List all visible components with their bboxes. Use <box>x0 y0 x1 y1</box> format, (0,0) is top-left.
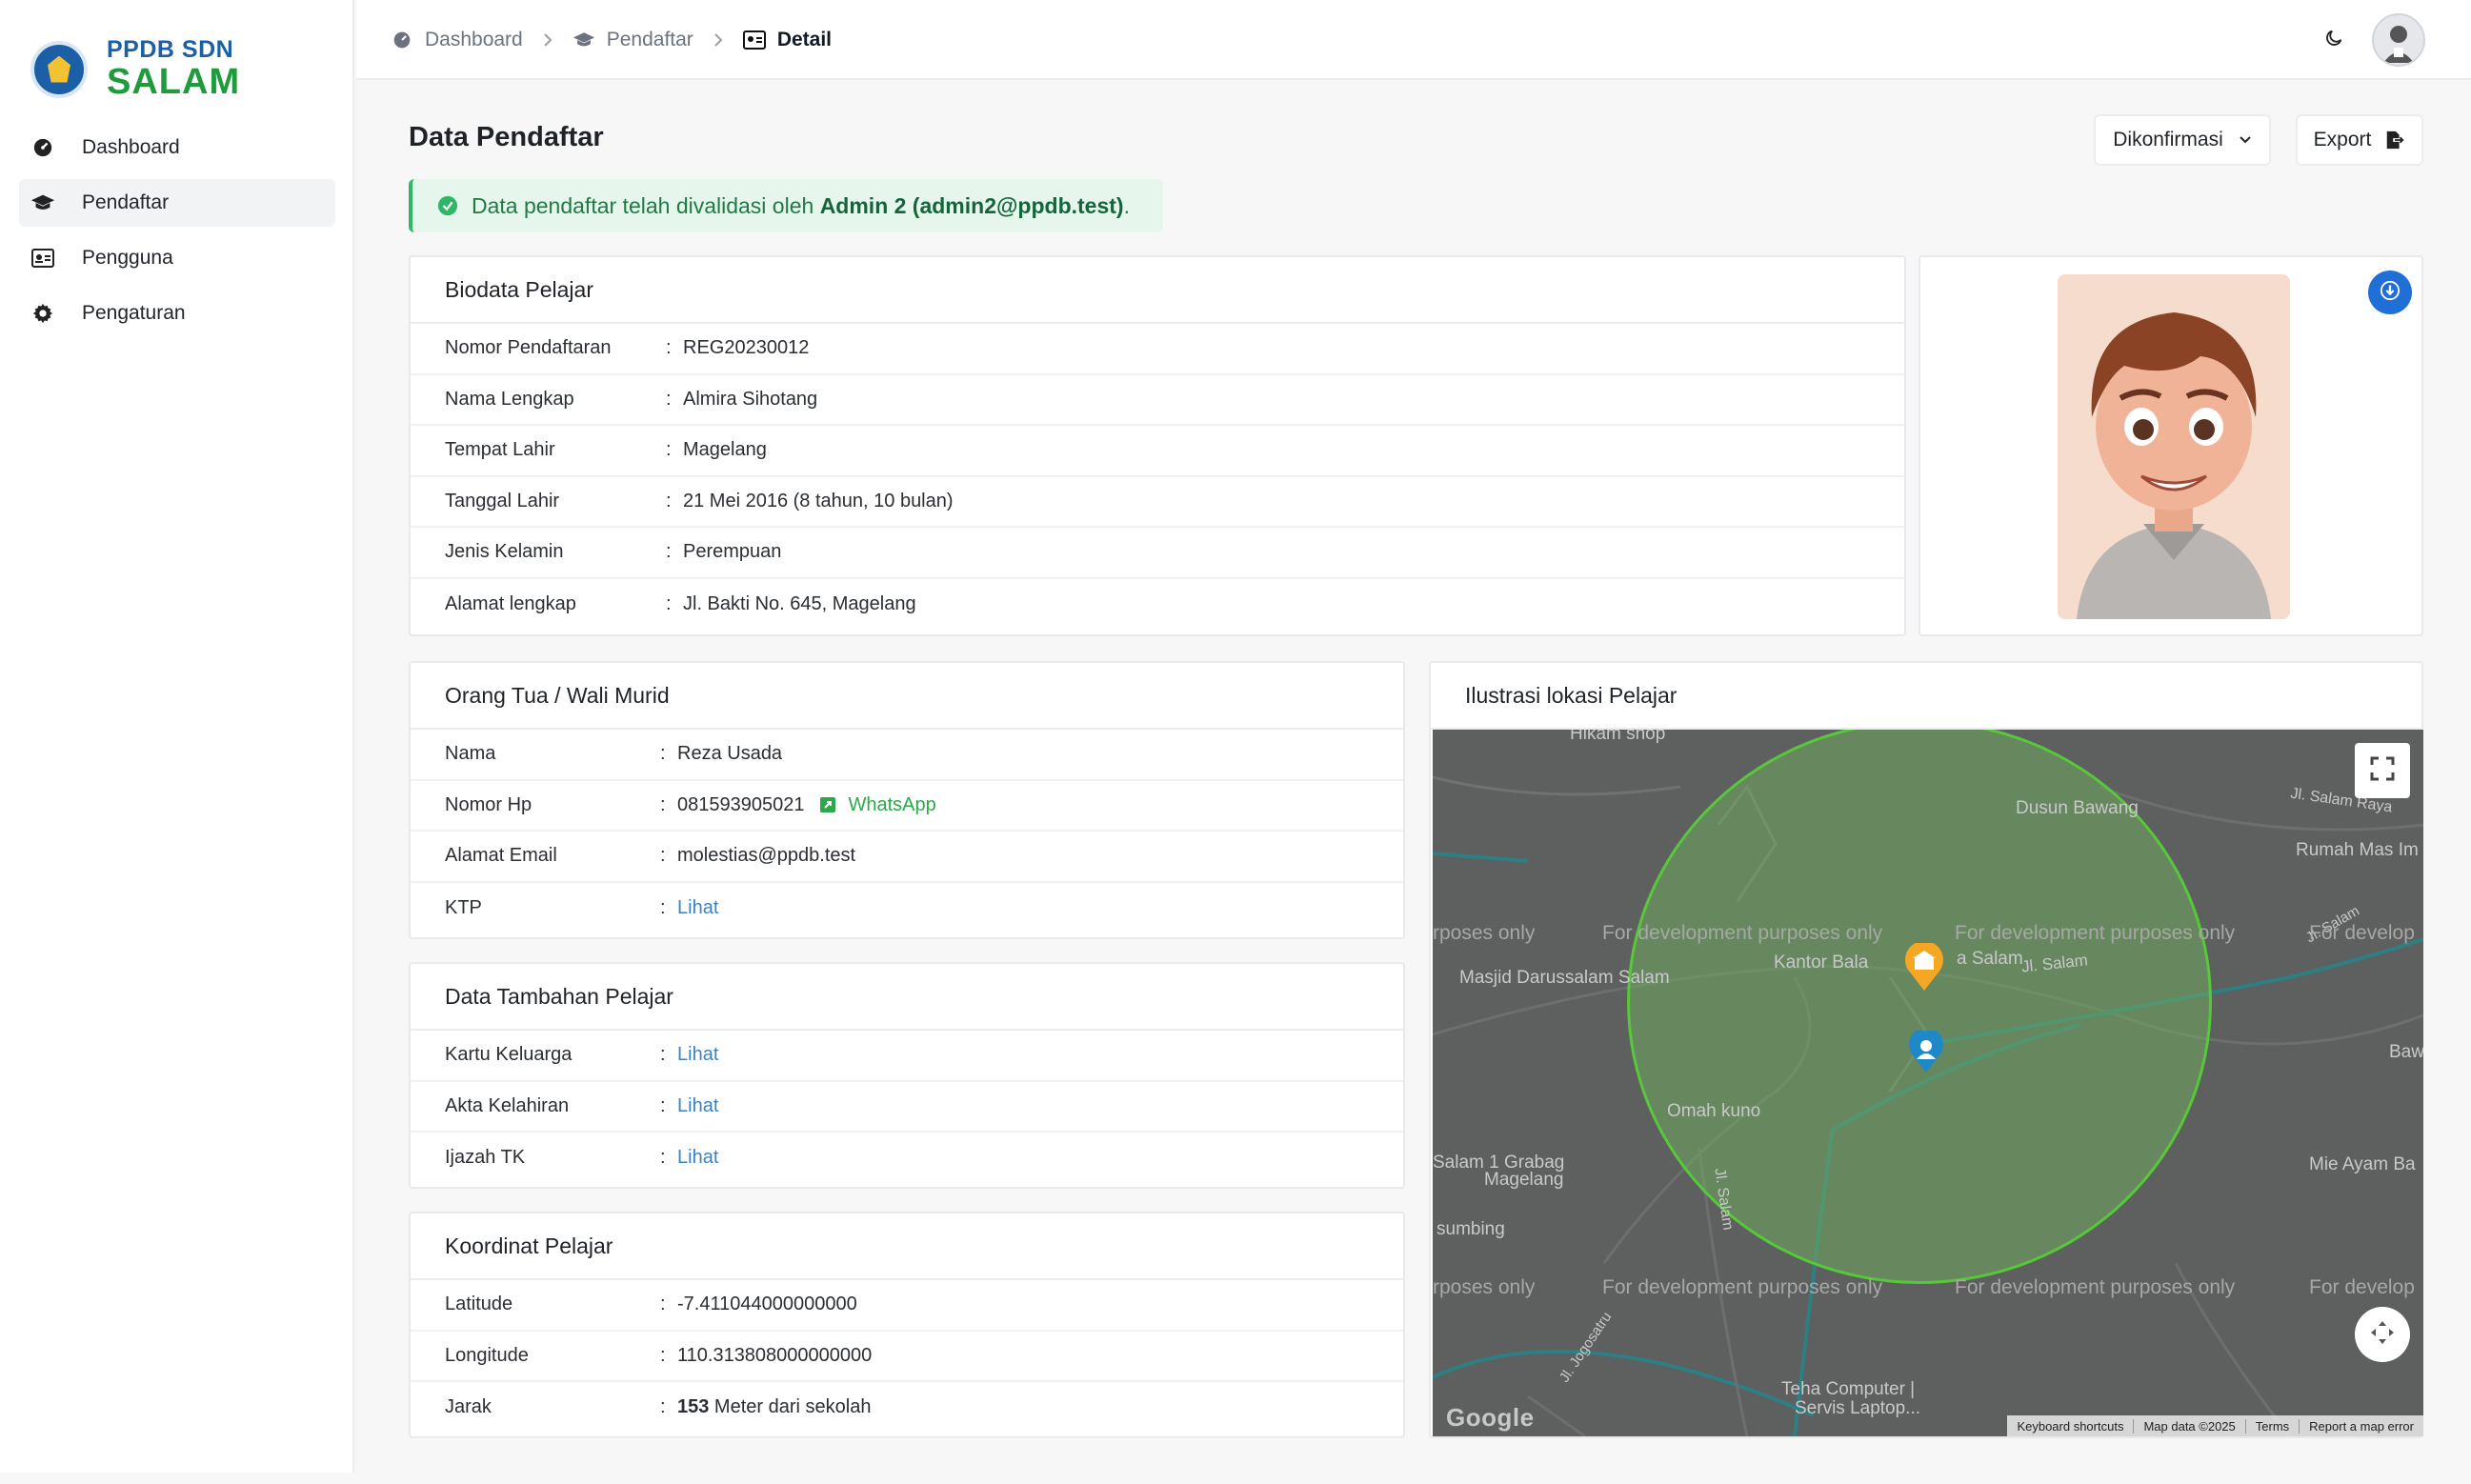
breadcrumb-dashboard[interactable]: Dashboard <box>391 29 523 51</box>
id-card-icon <box>742 29 766 51</box>
chevron-right-icon <box>542 32 553 48</box>
page-title: Data Pendaftar <box>409 122 604 152</box>
google-logo: Google <box>1446 1403 1535 1432</box>
extra-title: Data Tambahan Pelajar <box>411 964 1403 1031</box>
download-photo-button[interactable] <box>2368 271 2412 314</box>
map-title: Ilustrasi lokasi Pelajar <box>1431 663 2421 730</box>
biodata-row: Tempat Lahir: Magelang <box>411 426 1904 477</box>
move-arrows-icon <box>2368 1318 2397 1352</box>
sidebar-item-pengguna[interactable]: Pengguna <box>19 234 335 282</box>
biodata-row: Nomor Pendaftaran: REG20230012 <box>411 324 1904 375</box>
gear-icon <box>30 301 55 326</box>
biodata-row: Alamat lengkap: Jl. Bakti No. 645, Magela… <box>445 592 916 614</box>
fullscreen-icon <box>2370 756 2395 786</box>
biodata-row: Nama Lengkap: Almira Sihotang <box>411 375 1904 426</box>
parent-title: Orang Tua / Wali Murid <box>411 663 1403 730</box>
alert-validator: Admin 2 (admin2@ppdb.test) <box>819 192 1124 218</box>
kk-view-link[interactable]: Lihat <box>677 1044 718 1066</box>
map-data-text: Map data ©2025 <box>2133 1418 2244 1434</box>
parent-row-email: Alamat Email: molestias@ppdb.test <box>411 832 1403 883</box>
report-error-link[interactable]: Report a map error <box>2299 1418 2423 1434</box>
sidebar-item-label: Pengaturan <box>82 302 186 324</box>
student-marker-icon[interactable] <box>1907 1031 1945 1074</box>
map-fullscreen-button[interactable] <box>2355 743 2410 798</box>
ktp-view-link[interactable]: Lihat <box>677 897 718 919</box>
sidebar-item-pengaturan[interactable]: Pengaturan <box>19 290 335 337</box>
download-icon <box>2380 280 2401 306</box>
parent-row-hp: Nomor Hp:081593905021 WhatsApp <box>411 781 1403 832</box>
akta-view-link[interactable]: Lihat <box>677 1095 718 1117</box>
sidebar-item-dashboard[interactable]: Dashboard <box>19 124 335 171</box>
moon-icon <box>2323 28 2344 53</box>
coords-title: Koordinat Pelajar <box>411 1213 1403 1280</box>
graduation-cap-icon <box>573 29 595 51</box>
theme-toggle-button[interactable] <box>2317 23 2351 57</box>
sidebar-item-label: Pendaftar <box>82 191 170 213</box>
export-button[interactable]: Export <box>2296 114 2423 166</box>
parent-row-ktp: KTP: Lihat <box>445 896 719 919</box>
coords-row-lng: Longitude:110.313808000000000 <box>411 1332 1403 1382</box>
parent-row-nama: Nama: Reza Usada <box>411 730 1403 781</box>
sidebar: PPDB SDN SALAM Dashboard Pendaftar Pengg… <box>0 0 354 1473</box>
logo-top-text: PPDB SDN <box>107 36 234 63</box>
map-attribution: Keyboard shortcuts Map data ©2025 Terms … <box>2007 1415 2423 1436</box>
extra-row: Akta Kelahiran: Lihat <box>411 1082 1403 1133</box>
breadcrumb-detail: Detail <box>742 29 832 51</box>
dashboard-icon <box>30 135 55 160</box>
biodata-title: Biodata Pelajar <box>411 257 1904 324</box>
keyboard-shortcuts-link[interactable]: Keyboard shortcuts <box>2007 1419 2133 1434</box>
graduation-cap-icon <box>30 191 55 215</box>
breadcrumb-pendaftar[interactable]: Pendaftar <box>573 29 693 51</box>
alert-suffix: . <box>1123 192 1130 218</box>
logo-bottom-text: SALAM <box>107 62 241 102</box>
biodata-row: Jenis Kelamin: Perempuan <box>411 528 1904 579</box>
school-marker-icon[interactable] <box>1903 943 1945 993</box>
export-icon <box>2384 130 2405 150</box>
dashboard-icon <box>391 29 413 51</box>
school-emblem-icon <box>30 40 88 98</box>
student-portrait-illustration <box>2058 274 2290 619</box>
user-avatar-icon <box>2383 26 2414 63</box>
biodata-row: Tanggal Lahir:21 Mei 2016 (8 tahun, 10 b… <box>411 477 1904 528</box>
sidebar-item-label: Dashboard <box>82 136 180 158</box>
alert-prefix: Data pendaftar telah divalidasi oleh <box>472 192 820 218</box>
chevron-right-icon <box>713 32 724 48</box>
topbar: Dashboard Pendaftar Detail <box>356 0 2471 80</box>
chevron-down-icon <box>2239 135 2252 145</box>
sidebar-item-label: Pengguna <box>82 247 173 269</box>
parent-card: Orang Tua / Wali Murid Nama: Reza Usada N… <box>409 661 1405 939</box>
sidebar-item-pendaftar[interactable]: Pendaftar <box>19 179 335 227</box>
breadcrumb: Dashboard Pendaftar Detail <box>391 0 832 80</box>
map-canvas[interactable]: Hikam shop Dusun Bawang Jl. Salam Raya R… <box>1433 730 2423 1436</box>
ijazah-view-link[interactable]: Lihat <box>677 1147 718 1169</box>
external-link-icon <box>819 796 836 813</box>
map-card: Ilustrasi lokasi Pelajar Hikam shop Dusu… <box>1429 661 2423 1438</box>
status-select-value: Dikonfirmasi <box>2113 129 2223 150</box>
extra-row: Kartu Keluarga: Lihat <box>411 1031 1403 1082</box>
export-button-label: Export <box>2313 129 2372 150</box>
coords-card: Koordinat Pelajar Latitude: -7.4110440000… <box>409 1212 1405 1438</box>
whatsapp-link[interactable]: WhatsApp <box>819 794 936 816</box>
map-camera-control-button[interactable] <box>2355 1307 2410 1362</box>
user-avatar[interactable] <box>2372 13 2425 67</box>
student-photo-card <box>1919 255 2423 636</box>
app-logo[interactable]: PPDB SDN SALAM <box>30 38 240 100</box>
check-circle-icon <box>437 195 458 216</box>
extra-row: Ijazah TK: Lihat <box>445 1147 719 1169</box>
extra-card: Data Tambahan Pelajar Kartu Keluarga: Lih… <box>409 962 1405 1189</box>
validation-alert: Data pendaftar telah divalidasi oleh Adm… <box>409 179 1163 232</box>
coords-row-lat: Latitude: -7.411044000000000 <box>411 1280 1403 1332</box>
biodata-card: Biodata Pelajar Nomor Pendaftaran: REG202… <box>409 255 1906 636</box>
student-photo[interactable] <box>2058 274 2290 619</box>
terms-link[interactable]: Terms <box>2244 1418 2299 1434</box>
coords-row-dist: Jarak:153 Meter dari sekolah <box>445 1396 872 1418</box>
status-select[interactable]: Dikonfirmasi <box>2094 114 2271 166</box>
sidebar-nav: Dashboard Pendaftar Pengguna Pengaturan <box>19 124 335 345</box>
id-card-icon <box>30 246 55 271</box>
